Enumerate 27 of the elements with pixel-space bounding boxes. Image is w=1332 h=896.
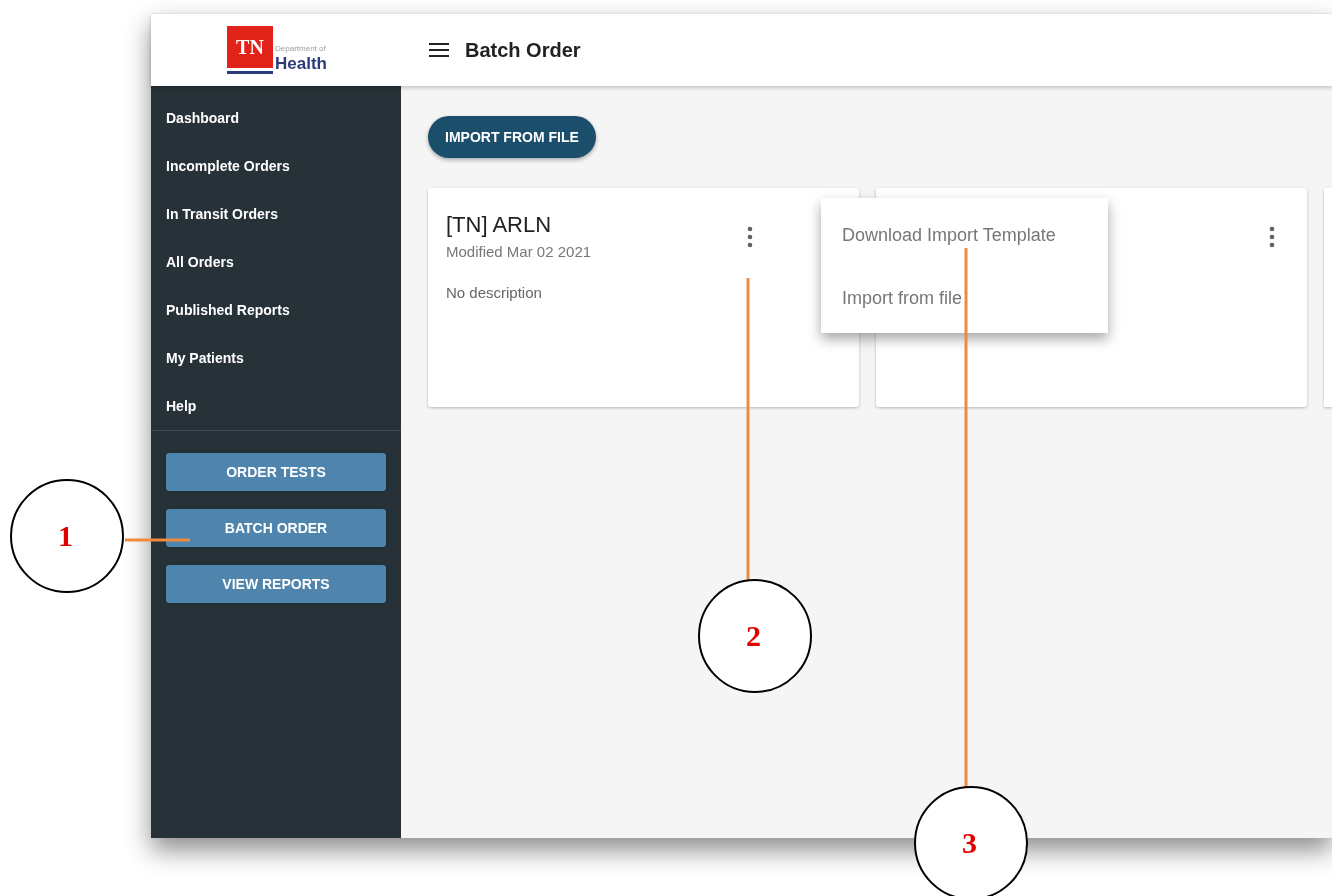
nav-link[interactable]: In Transit Orders — [166, 206, 279, 222]
card-description: No description — [446, 282, 543, 303]
sidebar-button[interactable]: ORDER TESTS — [166, 453, 386, 491]
import-button[interactable]: IMPORT FROM FILE — [428, 116, 596, 158]
more-icon[interactable] — [747, 226, 753, 248]
sidebar-button[interactable]: VIEW REPORTS — [166, 565, 386, 603]
sidebar-button[interactable]: BATCH ORDER — [166, 509, 386, 547]
nav-link[interactable]: Published Reports — [166, 302, 290, 318]
callout-number: 2 — [746, 621, 761, 651]
menu-item[interactable]: Import from file — [842, 285, 963, 312]
logo-mark: TN — [236, 35, 264, 60]
menu-item[interactable]: Download Import Template — [842, 222, 1056, 249]
callout-number: 1 — [58, 521, 73, 551]
logo-title: Health — [275, 53, 327, 74]
leader-line — [125, 538, 190, 542]
card-date: Modified Mar 02 2021 — [446, 242, 592, 262]
nav-link[interactable]: Help — [166, 398, 197, 414]
more-icon[interactable] — [1269, 226, 1275, 248]
nav-link[interactable]: Incomplete Orders — [166, 158, 290, 174]
logo-subtitle: Department of — [275, 44, 327, 53]
page-title: Batch Order — [465, 38, 581, 63]
nav-link[interactable]: Dashboard — [166, 110, 240, 126]
card-title: [TN] ARLN — [446, 211, 553, 239]
menu-icon[interactable] — [429, 43, 449, 57]
callout-number: 3 — [962, 828, 977, 858]
nav-link[interactable]: All Orders — [166, 254, 234, 270]
nav-link[interactable]: My Patients — [166, 350, 244, 366]
